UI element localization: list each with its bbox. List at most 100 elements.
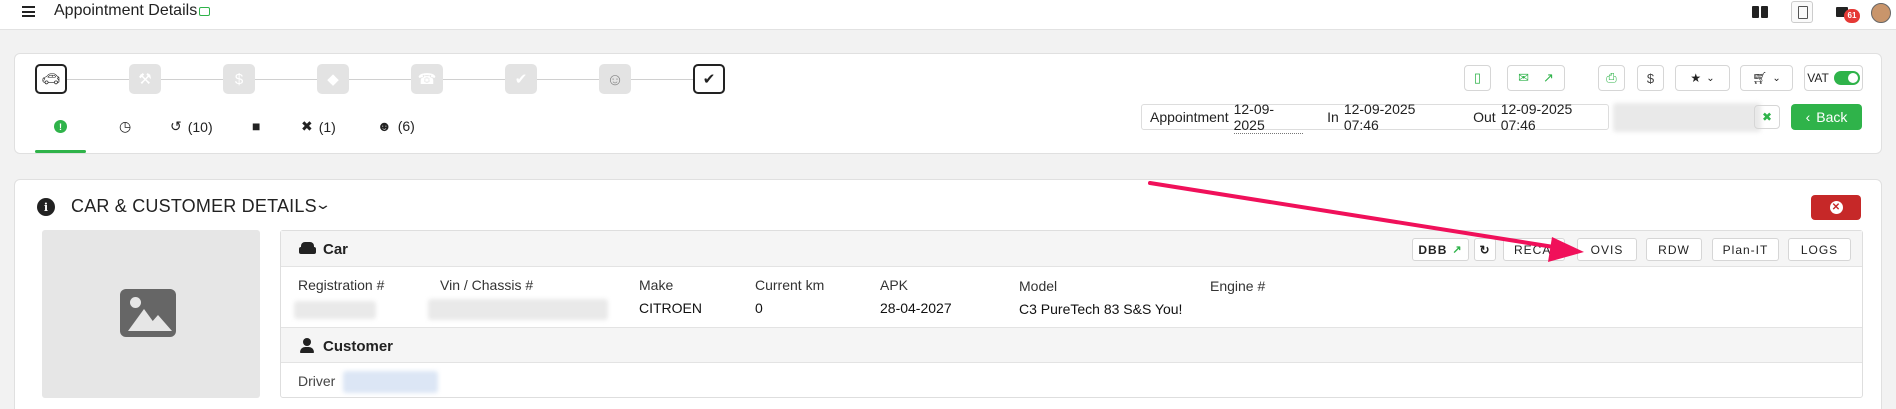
external-link-icon: ↗ — [1543, 70, 1554, 85]
close-icon: ✕ — [1829, 201, 1843, 214]
avatar[interactable] — [1871, 3, 1891, 23]
out-label: Out — [1473, 109, 1496, 125]
info-icon: ! — [54, 120, 67, 133]
back-button[interactable]: ‹ Back — [1791, 104, 1862, 130]
dbb-label: DBB — [1418, 242, 1448, 257]
car-heading: Car — [323, 241, 349, 258]
make-value: CITROEN — [639, 300, 702, 316]
appointment-dates: Appointment 12-09-2025 In 12-09-2025 07:… — [1141, 101, 1609, 134]
favorites-dropdown[interactable]: ★ ⌄ — [1675, 65, 1730, 91]
users-icon: ☻ — [377, 118, 392, 134]
km-value: 0 — [755, 300, 763, 316]
customer-heading: Customer — [323, 338, 394, 355]
info-icon: i — [37, 198, 55, 216]
tab-tools-count: (1) — [318, 118, 336, 135]
step-assign[interactable]: ✔ — [505, 64, 537, 94]
tab-tools[interactable]: ✖ (1) — [301, 118, 336, 135]
step-tools[interactable]: ⚒ — [129, 64, 161, 94]
print-button[interactable]: ⎙ — [1598, 65, 1625, 91]
star-icon: ★ — [1690, 71, 1702, 85]
step-price[interactable]: $ — [223, 64, 255, 94]
note-icon: ■ — [252, 118, 261, 134]
plan-it-button[interactable]: Plan-IT — [1712, 238, 1779, 261]
phone-icon: ☎ — [417, 70, 437, 88]
cart-icon: 🛒︎ — [1752, 71, 1768, 85]
step-car[interactable]: 🚗︎ — [35, 64, 67, 94]
check-double-icon: ✔ — [702, 70, 716, 88]
logs-label: LOGS — [1800, 242, 1839, 257]
cart-dropdown[interactable]: 🛒︎ ⌄ — [1740, 65, 1793, 91]
printer-icon: ⎙ — [1606, 70, 1617, 85]
rdw-button[interactable]: RDW — [1646, 238, 1702, 261]
chevron-left-icon: ‹ — [1805, 109, 1811, 125]
user-icon — [300, 338, 314, 353]
in-label: In — [1327, 109, 1339, 125]
tools-icon: ✖ — [301, 118, 313, 134]
ovis-label: OVIS — [1590, 242, 1624, 257]
engine-header: Engine # — [1210, 278, 1266, 294]
tab-history-count: (10) — [187, 118, 213, 135]
vin-header: Vin / Chassis # — [440, 277, 534, 293]
registration-header: Registration # — [298, 277, 385, 293]
refresh-button[interactable]: ↻ — [1474, 238, 1496, 261]
chevron-down-icon: ⌄ — [1772, 72, 1781, 84]
tab-info[interactable]: ! — [54, 120, 67, 133]
dollar-icon: $ — [234, 70, 244, 88]
dbb-button[interactable]: DBB ↗ — [1412, 238, 1469, 261]
details-panel: Car DBB ↗ ↻ RECALLS OVIS RDW Plan-IT LOG… — [280, 230, 1863, 398]
apk-value: 28-04-2027 — [880, 300, 952, 316]
tab-time[interactable]: ◷ — [119, 118, 131, 135]
close-section-button[interactable]: ✕ — [1811, 195, 1861, 220]
history-icon: ↺ — [170, 118, 182, 134]
tablet-icon: ▯ — [1473, 70, 1482, 85]
compress-icon: ✖ — [1761, 110, 1773, 124]
tab-notes[interactable]: ■ — [252, 118, 260, 134]
recalls-button[interactable]: RECALLS — [1503, 238, 1565, 261]
vat-switch[interactable] — [1833, 71, 1860, 85]
monitor-icon — [199, 7, 210, 16]
rdw-label: RDW — [1658, 242, 1690, 257]
appointment-label: Appointment — [1150, 109, 1229, 125]
appointment-date-field[interactable]: 12-09-2025 — [1233, 101, 1304, 134]
model-header: Model — [1019, 278, 1058, 294]
refresh-icon: ↻ — [1479, 242, 1491, 257]
user-check-icon: ✔ — [514, 70, 528, 88]
top-bar: Appointment Details 61 — [0, 0, 1896, 30]
out-date-value[interactable]: 12-09-2025 07:46 — [1501, 101, 1608, 133]
page-title: Appointment Details — [54, 2, 198, 19]
car-icon — [299, 242, 316, 255]
apk-header: APK — [880, 277, 909, 293]
ovis-button[interactable]: OVIS — [1577, 238, 1637, 261]
tab-history[interactable]: ↺ (10) — [170, 118, 213, 135]
dollar-icon: $ — [1646, 70, 1655, 86]
vat-toggle[interactable]: VAT — [1804, 65, 1863, 91]
notification-badge: 61 — [1844, 9, 1860, 23]
tab-users[interactable]: ☻ (6) — [377, 118, 415, 134]
redacted-vin — [428, 299, 608, 320]
driver-label: Driver — [298, 373, 336, 389]
section-title: CAR & CUSTOMER DETAILS — [71, 196, 317, 216]
face-icon: ☺ — [606, 69, 624, 89]
email-button[interactable]: ✉ ↗ — [1507, 65, 1565, 91]
step-tag[interactable]: ◆ — [317, 64, 349, 94]
logs-button[interactable]: LOGS — [1788, 238, 1851, 261]
external-link-icon: ↗ — [1452, 244, 1463, 256]
step-call[interactable]: ☎ — [411, 64, 443, 94]
image-icon — [120, 289, 176, 337]
tab-users-count: (6) — [397, 118, 415, 134]
calculator-icon[interactable] — [1791, 1, 1813, 23]
redacted-registration — [294, 301, 376, 319]
envelope-icon: ✉ — [1518, 70, 1529, 85]
chevron-down-icon: ⌄ — [1706, 72, 1715, 84]
car-photo-placeholder[interactable] — [42, 230, 260, 398]
hamburger-menu-icon[interactable] — [22, 6, 35, 17]
in-date-value[interactable]: 12-09-2025 07:46 — [1344, 101, 1451, 133]
step-done[interactable]: ✔ — [693, 64, 725, 94]
step-customer[interactable]: ☺ — [599, 64, 631, 94]
tablet-button[interactable]: ▯ — [1464, 65, 1491, 91]
compress-button[interactable]: ✖ — [1754, 105, 1780, 129]
price-button[interactable]: $ — [1637, 65, 1664, 91]
chevron-down-icon[interactable]: ⌄ — [314, 196, 332, 213]
book-icon[interactable] — [1750, 3, 1772, 23]
plan-it-label: Plan-IT — [1722, 242, 1769, 257]
